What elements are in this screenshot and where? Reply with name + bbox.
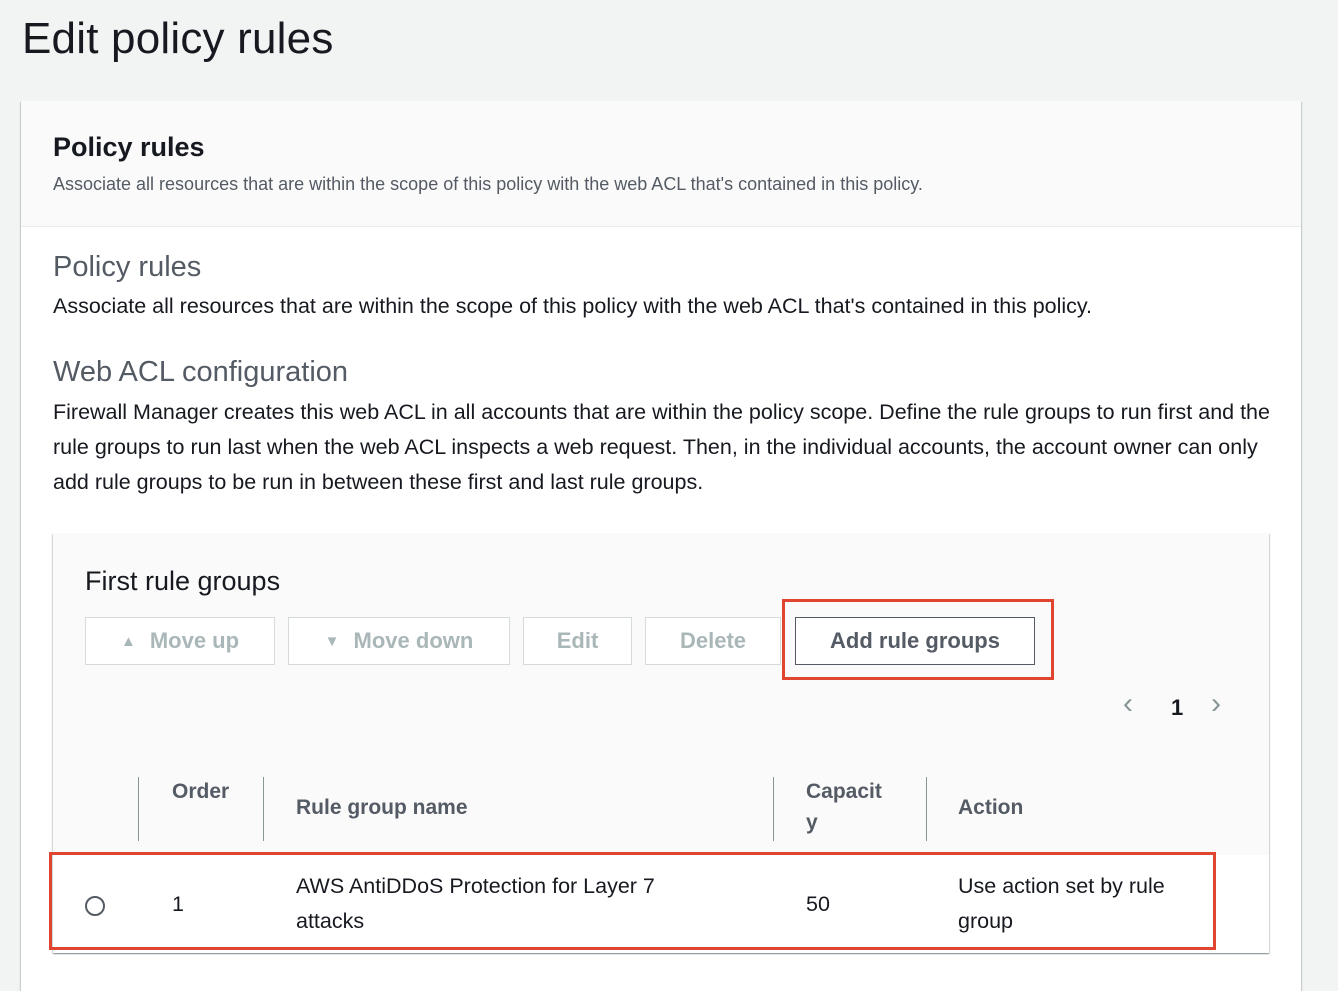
move-down-label: Move down [353,628,474,653]
container-header: Policy rules Associate all resources tha… [21,101,1301,227]
move-down-button[interactable]: ▼ Move down [288,617,510,665]
policy-rules-heading: Policy rules [53,251,202,283]
move-up-label: Move up [149,628,240,653]
move-up-button[interactable]: ▲ Move up [85,617,275,665]
policy-rules-container: Policy rules Associate all resources tha… [21,101,1301,991]
policy-rules-description: Associate all resources that are within … [53,294,1093,318]
table-row[interactable]: 1 AWS AntiDDoS Protection for Layer 7 at… [53,855,1269,953]
chevron-right-icon[interactable]: › [1211,687,1221,721]
column-capacity[interactable]: Capacity [806,776,888,838]
table-title: First rule groups [85,566,281,596]
pagination-current-page[interactable]: 1 [1171,695,1183,721]
edit-label: Edit [556,628,599,653]
web-acl-description: Firewall Manager creates this web ACL in… [53,400,1270,494]
edit-button[interactable]: Edit [523,617,632,665]
container-title: Policy rules [53,132,205,162]
chevron-left-icon[interactable]: ‹ [1123,687,1133,721]
row-order: 1 [172,892,184,916]
triangle-down-icon: ▼ [324,632,340,650]
column-divider [926,777,927,841]
add-rule-groups-label: Add rule groups [830,628,1000,653]
add-rule-groups-button[interactable]: Add rule groups [795,617,1035,665]
column-divider [263,777,264,841]
row-rule-group-name: AWS AntiDDoS Protection for Layer 7 atta… [296,874,655,933]
delete-button[interactable]: Delete [645,617,781,665]
container-description: Associate all resources that are within … [53,174,923,194]
row-action: Use action set by rule group [958,874,1165,933]
column-action: Action [958,796,1024,819]
column-order[interactable]: Order [172,776,232,807]
triangle-up-icon: ▲ [120,632,136,650]
table-header-row: Order Rule group name Capacity Action [53,759,1269,856]
first-rule-groups-table: First rule groups ▲ Move up ▼ Move down … [53,533,1269,953]
web-acl-heading: Web ACL configuration [53,356,349,388]
row-select-radio[interactable] [85,896,105,916]
row-capacity: 50 [806,892,830,916]
page-title: Edit policy rules [22,14,334,63]
column-divider [138,777,139,841]
delete-label: Delete [679,628,747,653]
table-header-area: First rule groups ▲ Move up ▼ Move down … [53,533,1269,759]
column-rule-group-name[interactable]: Rule group name [296,792,468,823]
column-divider [773,777,774,841]
